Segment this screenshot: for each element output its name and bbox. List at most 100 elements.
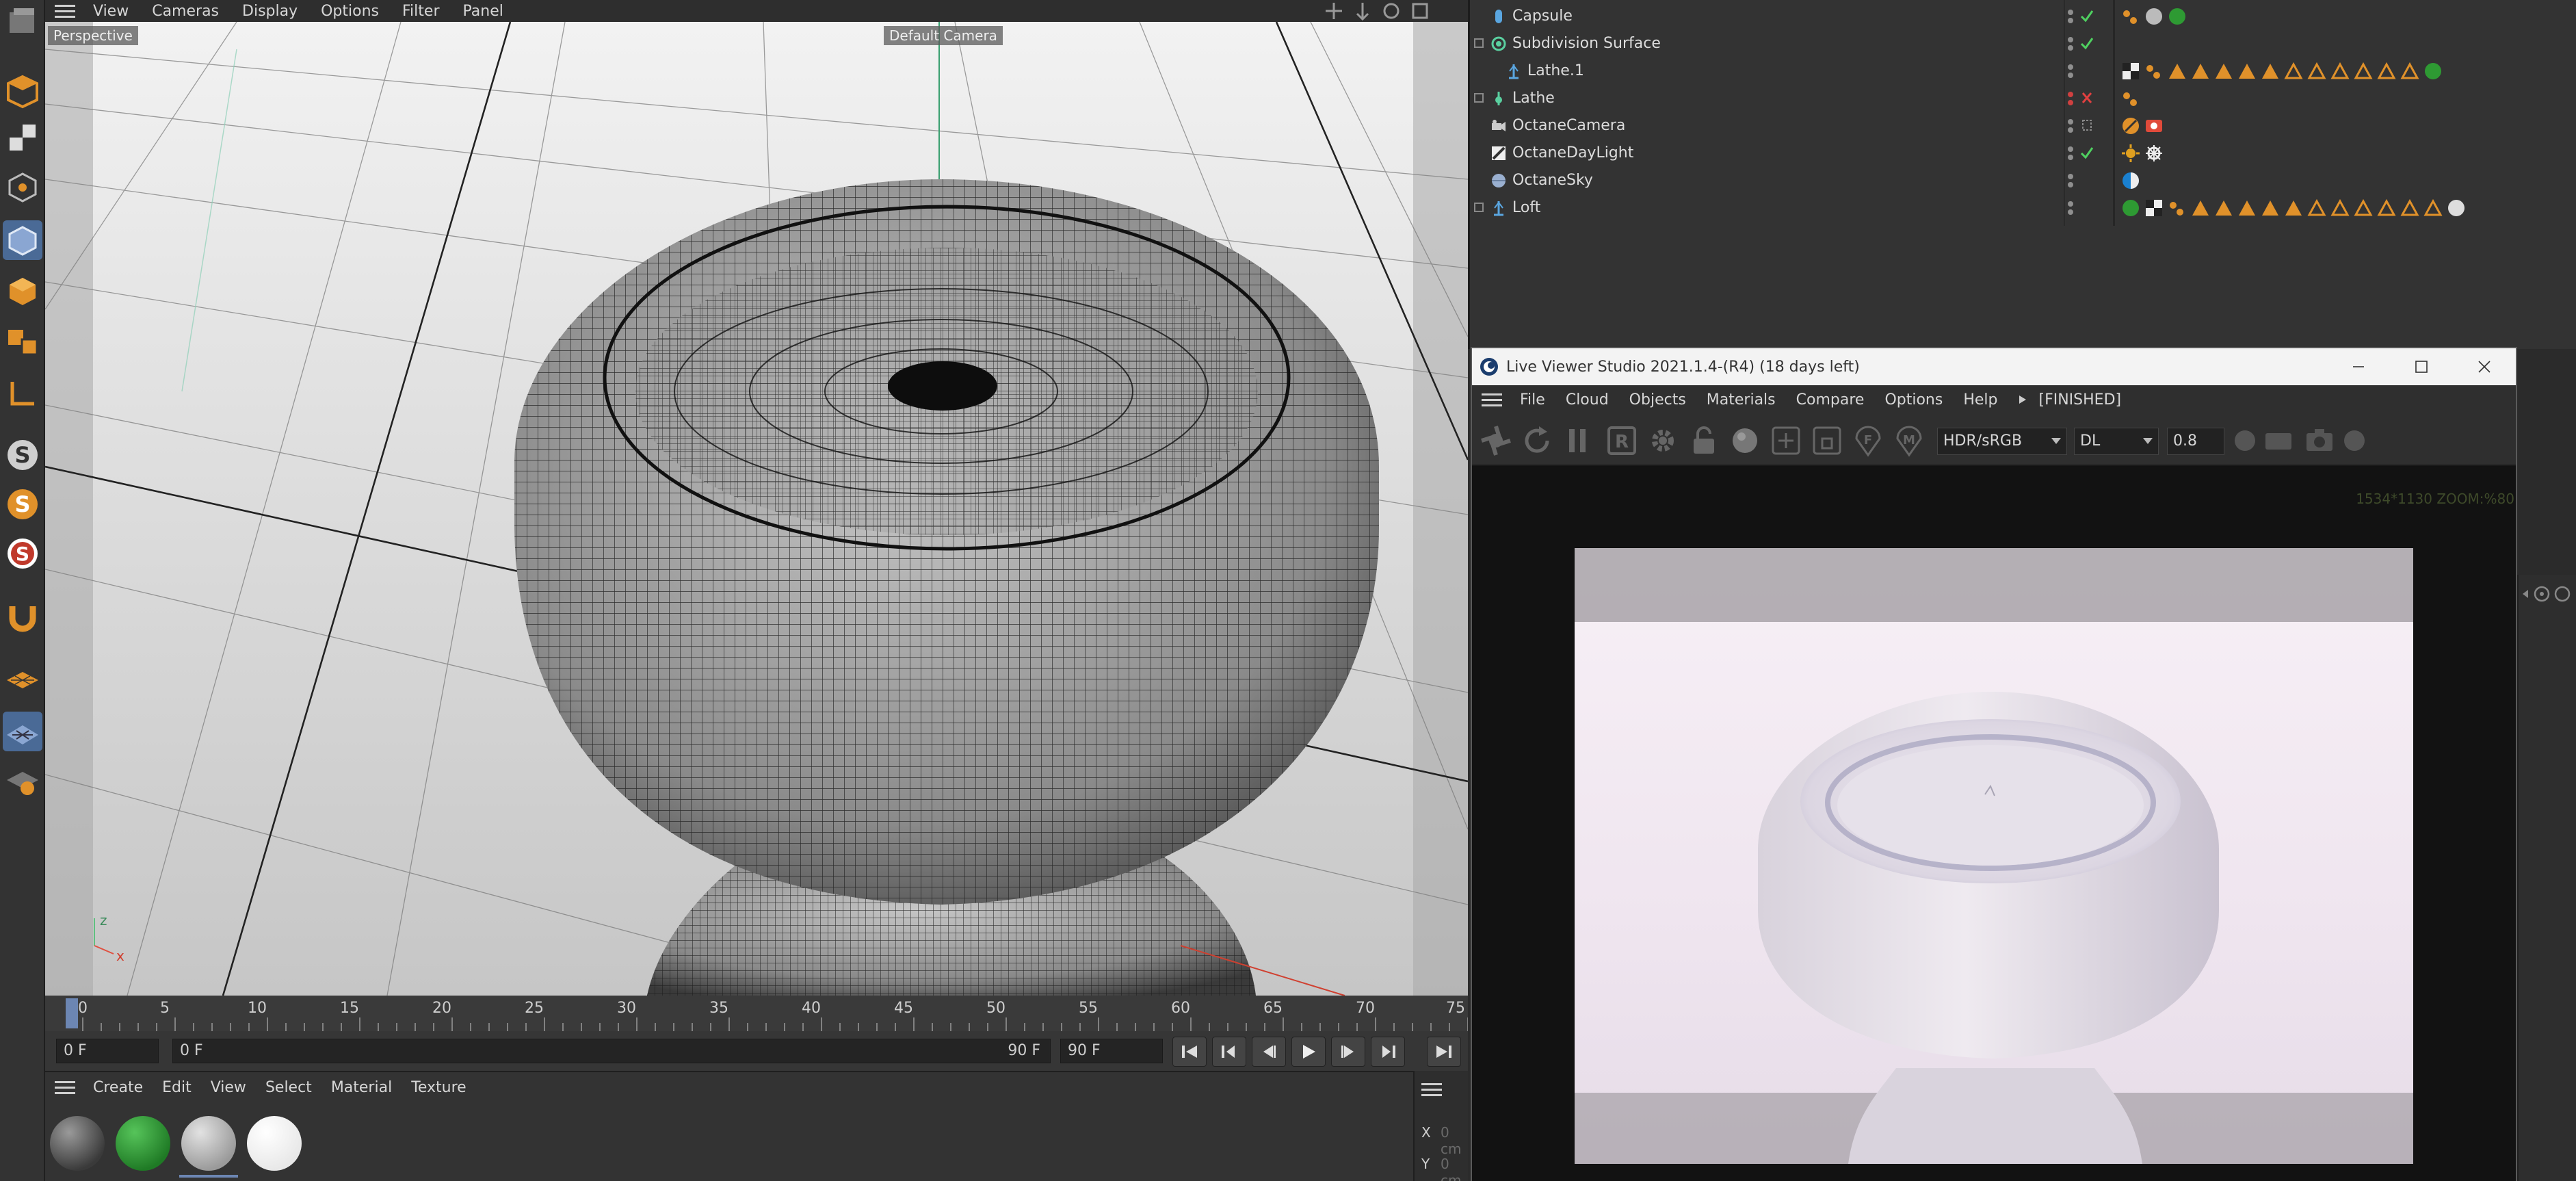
selection-tag-icon[interactable] — [2191, 198, 2210, 218]
toggle-dot-icon[interactable] — [2233, 424, 2257, 458]
coord-x-value[interactable]: 0 cm — [1441, 1124, 1468, 1157]
lv-menu-cloud[interactable]: Cloud — [1566, 391, 1609, 408]
selection-tag-icon[interactable] — [2261, 198, 2280, 218]
edge-selection-tag-icon[interactable] — [2377, 62, 2396, 81]
material-menu-texture[interactable]: Texture — [411, 1079, 466, 1096]
selection-tag-icon[interactable] — [2214, 198, 2233, 218]
viewport-menu-cameras[interactable]: Cameras — [152, 3, 219, 20]
visibility-flags-icon[interactable] — [2065, 7, 2095, 26]
edge-selection-tag-icon[interactable] — [2354, 62, 2373, 81]
timeline-playhead[interactable] — [66, 998, 78, 1028]
expand-toggle-icon[interactable] — [1474, 203, 1484, 212]
environment-tag-icon[interactable] — [2121, 171, 2140, 190]
camera-label[interactable]: Default Camera — [884, 26, 1003, 45]
edge-selection-tag-icon[interactable] — [2400, 62, 2419, 81]
lv-menu-help[interactable]: Help — [1963, 391, 1997, 408]
material-tag-white-icon[interactable] — [2447, 198, 2466, 218]
lv-menu-file[interactable]: File — [1520, 391, 1545, 408]
edges-mode-icon[interactable] — [3, 220, 42, 260]
phong-tag-icon[interactable] — [2121, 89, 2140, 108]
live-viewer-titlebar[interactable]: Live Viewer Studio 2021.1.4-(R4) (18 day… — [1472, 348, 2516, 385]
object-name[interactable]: Capsule — [1512, 3, 1573, 30]
material-swatch-white[interactable] — [245, 1113, 304, 1178]
edge-selection-tag-icon[interactable] — [2330, 198, 2350, 218]
selection-tag-icon[interactable] — [2191, 62, 2210, 81]
object-row-octane-camera[interactable]: OctaneCamera — [1470, 112, 2576, 140]
object-row-lathe[interactable]: Lathe — [1470, 85, 2576, 112]
object-row-octane-sky[interactable]: OctaneSky — [1470, 167, 2576, 194]
prev-frame-button[interactable] — [1252, 1037, 1286, 1067]
material-menu-view[interactable]: View — [211, 1079, 246, 1096]
viewport-menu-hamburger-icon[interactable] — [55, 4, 75, 18]
viewport-scene[interactable]: z x — [45, 22, 1468, 996]
visibility-flags-icon[interactable] — [2065, 198, 2095, 218]
workplane-snap-s-icon[interactable]: S — [3, 534, 42, 573]
selection-tag-icon[interactable] — [2214, 62, 2233, 81]
visibility-flags-icon[interactable] — [2065, 171, 2095, 190]
axis-mode-icon[interactable] — [3, 374, 42, 413]
lv-menu-materials[interactable]: Materials — [1707, 391, 1776, 408]
material-swatch-gray[interactable] — [179, 1113, 238, 1178]
rotate-view-icon[interactable] — [1382, 1, 1401, 21]
viewport-menu-view[interactable]: View — [93, 3, 129, 20]
material-tag-green-icon[interactable] — [2121, 198, 2140, 218]
material-menu-create[interactable]: Create — [93, 1079, 143, 1096]
snapshot-camera-icon[interactable] — [2302, 424, 2337, 458]
sun-tag-icon[interactable] — [2121, 144, 2140, 163]
material-swatch-dark[interactable] — [48, 1113, 107, 1178]
selection-tag-icon[interactable] — [2168, 62, 2187, 81]
material-menu-edit[interactable]: Edit — [162, 1079, 192, 1096]
visibility-flags-icon[interactable] — [2065, 89, 2095, 108]
edge-selection-tag-icon[interactable] — [2377, 198, 2396, 218]
phong-tag-icon[interactable] — [2121, 7, 2140, 26]
object-name[interactable]: Lathe — [1512, 85, 1555, 112]
mesh-body[interactable] — [514, 179, 1379, 905]
object-name[interactable]: OctaneCamera — [1512, 112, 1625, 140]
object-name[interactable]: Subdivision Surface — [1512, 30, 1661, 57]
current-frame-field[interactable]: 0 F — [56, 1039, 159, 1063]
material-swatch-green[interactable] — [114, 1113, 172, 1178]
expand-toggle-icon[interactable] — [1474, 93, 1484, 103]
material-tag-green-icon[interactable] — [2423, 62, 2443, 81]
viewport-menu-filter[interactable]: Filter — [402, 3, 439, 20]
edge-selection-tag-icon[interactable] — [2423, 198, 2443, 218]
texture-mode-checker-icon[interactable] — [3, 118, 42, 157]
protection-tag-icon[interactable] — [2121, 116, 2140, 135]
play-button[interactable] — [1291, 1037, 1326, 1067]
restart-render-icon[interactable] — [1520, 424, 1554, 458]
polygons-mode-icon[interactable] — [3, 271, 42, 311]
selection-tag-icon[interactable] — [2237, 62, 2257, 81]
edge-selection-tag-icon[interactable] — [2400, 198, 2419, 218]
phong-tag-icon[interactable] — [2144, 62, 2164, 81]
grid-workplane-icon[interactable] — [3, 712, 42, 751]
object-row-capsule[interactable]: Capsule — [1470, 3, 2576, 30]
minimize-button[interactable] — [2327, 348, 2390, 385]
timeline-ruler[interactable]: 0 5 10 15 20 25 30 35 40 45 50 55 60 65 … — [45, 996, 1468, 1031]
settings-gear-icon[interactable] — [1646, 424, 1680, 458]
render-view[interactable]: 1534*1130 ZOOM:%80 — [1472, 466, 2516, 1181]
phong-tag-icon[interactable] — [2168, 198, 2187, 218]
texture-tag-checker-icon[interactable] — [2121, 62, 2140, 81]
toggle-dot-icon[interactable] — [2342, 424, 2367, 458]
move-view-icon[interactable] — [1324, 1, 1343, 21]
edge-selection-tag-icon[interactable] — [2330, 62, 2350, 81]
texture-tag-checker-icon[interactable] — [2144, 198, 2164, 218]
lv-menu-compare[interactable]: Compare — [1796, 391, 1865, 408]
workplane-icon[interactable] — [3, 658, 42, 698]
live-viewer-hamburger-icon[interactable] — [1482, 393, 1502, 406]
send-scene-icon[interactable] — [1479, 424, 1513, 458]
object-name[interactable]: OctaneDayLight — [1512, 140, 1633, 167]
close-button[interactable] — [2453, 348, 2516, 385]
light-settings-tag-icon[interactable] — [2144, 144, 2164, 163]
material-menu-hamburger-icon[interactable] — [55, 1080, 75, 1094]
add-region-icon[interactable] — [1769, 424, 1803, 458]
material-menu-select[interactable]: Select — [265, 1079, 312, 1096]
object-name[interactable]: Lathe.1 — [1527, 57, 1584, 85]
coord-y-value[interactable]: 0 cm — [1441, 1156, 1468, 1181]
edge-selection-tag-icon[interactable] — [2307, 62, 2326, 81]
edge-selection-tag-icon[interactable] — [2307, 198, 2326, 218]
visibility-flags-icon[interactable] — [2065, 144, 2095, 163]
maximize-button[interactable] — [2390, 348, 2453, 385]
material-tag-gray-icon[interactable] — [2144, 7, 2164, 26]
octane-camera-tag-icon[interactable] — [2144, 116, 2164, 135]
